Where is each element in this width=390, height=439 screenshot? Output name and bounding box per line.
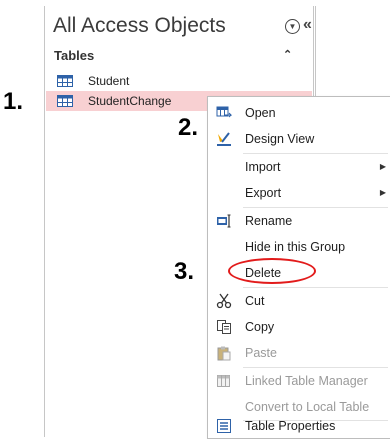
menu-item-open[interactable]: Open	[208, 100, 390, 126]
copy-icon	[217, 320, 231, 334]
scissors-icon	[216, 293, 232, 309]
menu-item-table-properties[interactable]: Table Properties	[208, 413, 390, 439]
chevron-up-icon[interactable]: ⌃	[283, 48, 292, 61]
table-icon	[57, 75, 73, 87]
group-header-tables[interactable]: Tables	[54, 48, 94, 63]
submenu-arrow-icon: ▶	[379, 188, 386, 197]
menu-item-paste[interactable]: Paste	[208, 340, 390, 366]
menu-item-import[interactable]: Import ▶	[208, 154, 390, 180]
paste-icon	[217, 346, 231, 361]
menu-item-cut[interactable]: Cut	[208, 288, 390, 314]
table-icon	[57, 95, 73, 107]
submenu-arrow-icon: ▶	[379, 162, 386, 171]
menu-item-label: Export	[245, 186, 282, 200]
open-table-icon	[216, 106, 232, 118]
menu-item-copy[interactable]: Copy	[208, 314, 390, 340]
step-marker-2: 2.	[178, 114, 199, 141]
menu-item-label: Linked Table Manager	[245, 374, 368, 388]
menu-item-design-view[interactable]: Design View	[208, 126, 390, 152]
nav-item-label: StudentChange	[88, 94, 172, 108]
menu-item-label: Rename	[245, 214, 293, 228]
menu-item-rename[interactable]: Rename	[208, 208, 390, 234]
menu-item-label: Paste	[245, 346, 277, 360]
menu-item-linked-table-manager[interactable]: Linked Table Manager	[208, 368, 390, 394]
design-view-icon	[217, 132, 231, 146]
table-properties-icon	[217, 419, 231, 433]
menu-item-label: Import	[245, 160, 281, 174]
delete-highlight-annotation	[228, 258, 316, 284]
step-marker-3: 3.	[174, 258, 195, 285]
nav-item-label: Student	[88, 74, 130, 88]
nav-pane-title[interactable]: All Access Objects	[53, 14, 226, 38]
menu-item-label: Hide in this Group	[245, 240, 346, 254]
menu-item-label: Design View	[245, 132, 315, 146]
nav-item-student[interactable]: Student	[46, 71, 312, 91]
menu-item-label: Open	[245, 106, 276, 120]
shutter-bar-collapse-icon[interactable]: «	[303, 16, 312, 34]
step-marker-1: 1.	[3, 88, 24, 115]
menu-item-export[interactable]: Export ▶	[208, 180, 390, 206]
menu-item-label: Copy	[245, 320, 275, 334]
menu-item-label: Table Properties	[245, 419, 336, 433]
filter-dropdown-icon[interactable]: ▼	[285, 19, 300, 34]
menu-item-label: Cut	[245, 294, 265, 308]
rename-icon	[217, 214, 231, 228]
menu-item-hide-in-group[interactable]: Hide in this Group	[208, 234, 390, 260]
linked-table-manager-icon	[217, 375, 230, 387]
